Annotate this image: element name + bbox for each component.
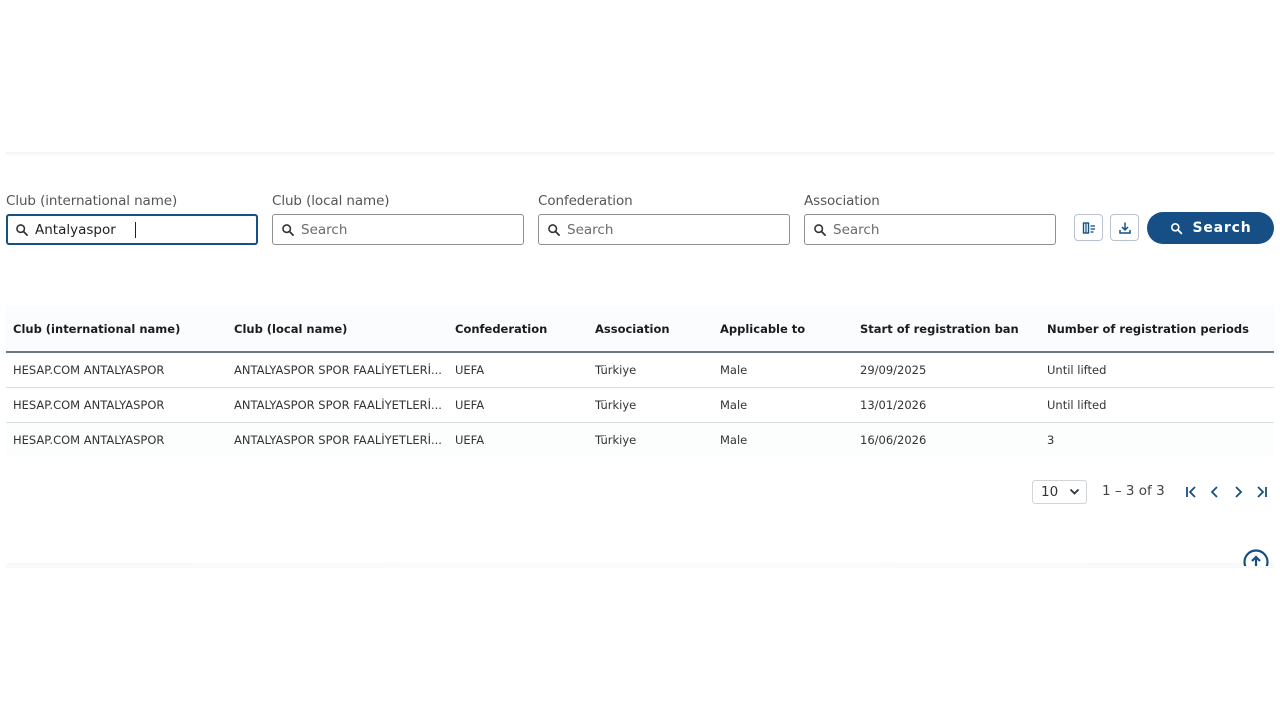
text-caret [135,221,136,238]
filter-label: Club (international name) [6,193,178,209]
chevron-right-icon [1235,486,1243,498]
search-button[interactable]: Search [1147,212,1274,244]
club-local-input[interactable] [301,221,501,238]
table-row[interactable]: HESAP.COM ANTALYASPOR ANTALYASPOR SPOR F… [6,352,1274,387]
table-cell: Male [720,362,748,377]
column-header[interactable]: Confederation [448,306,588,352]
table-row[interactable]: HESAP.COM ANTALYASPOR ANTALYASPOR SPOR F… [6,387,1274,422]
search-icon [282,223,294,236]
search-icon [1170,222,1182,234]
footer-divider [6,563,1274,568]
last-page-icon [1257,486,1267,498]
search-icon [548,223,560,236]
filter-club-international: Club (international name) [6,192,258,245]
table-cell: Until lifted [1047,362,1107,377]
pagination: 10 1 – 3 of 3 [1032,480,1272,504]
filter-label: Club (local name) [272,193,390,209]
chevron-down-icon [1069,488,1080,495]
table-cell: 29/09/2025 [860,362,927,377]
club-local-input-box[interactable] [272,214,524,245]
column-header[interactable]: Association [588,306,713,352]
results-table: Club (international name) Club (local na… [6,306,1274,457]
table-cell: Male [720,397,748,412]
table-cell: UEFA [455,397,485,412]
confederation-input[interactable] [567,221,767,238]
filter-association: Association [804,192,1056,245]
table-row[interactable]: HESAP.COM ANTALYASPOR ANTALYASPOR SPOR F… [6,422,1274,457]
table-cell: HESAP.COM ANTALYASPOR [13,362,165,377]
table-cell: Until lifted [1047,397,1107,412]
download-icon [1118,222,1131,234]
search-button-label: Search [1192,220,1252,236]
download-button[interactable] [1110,214,1139,241]
header-divider [6,152,1274,155]
column-header[interactable]: Club (international name) [6,306,227,352]
arrow-up-circle-icon [1243,549,1269,566]
table-cell: 3 [1047,432,1055,447]
confederation-input-box[interactable] [538,214,790,245]
filter-label: Association [804,193,880,209]
table-cell: ANTALYASPOR SPOR FAALİYETLERİ... [234,432,442,447]
association-input[interactable] [833,221,1033,238]
page-range-label: 1 – 3 of 3 [1102,483,1165,499]
table-cell: HESAP.COM ANTALYASPOR [13,397,165,412]
table-cell: ANTALYASPOR SPOR FAALİYETLERİ... [234,397,442,412]
filter-bar: Club (international name) Club (local na… [6,192,1274,248]
table-cell: Türkiye [595,432,637,447]
table-cell: ANTALYASPOR SPOR FAALİYETLERİ... [234,362,442,377]
table-cell: Male [720,432,748,447]
filter-label: Confederation [538,193,633,209]
first-page-button[interactable] [1182,483,1202,501]
previous-page-button[interactable] [1205,483,1225,501]
club-international-input[interactable] [35,221,136,238]
scroll-to-top-button[interactable] [1242,548,1270,566]
table-cell: Türkiye [595,397,637,412]
table-cell: UEFA [455,362,485,377]
next-page-button[interactable] [1228,483,1248,501]
club-international-input-box[interactable] [6,214,258,245]
page-size-select[interactable]: 10 [1032,480,1087,504]
column-header[interactable]: Start of registration ban [853,306,1040,352]
column-settings-icon [1082,221,1095,234]
column-header[interactable]: Applicable to [713,306,853,352]
column-settings-button[interactable] [1074,214,1103,241]
association-input-box[interactable] [804,214,1056,245]
first-page-icon [1186,486,1196,498]
chevron-left-icon [1210,486,1218,498]
results-table-container: Club (international name) Club (local na… [6,306,1274,457]
page-size-value: 10 [1041,484,1059,500]
table-cell: UEFA [455,432,485,447]
last-page-button[interactable] [1251,483,1271,501]
table-cell: HESAP.COM ANTALYASPOR [13,432,165,447]
filter-club-local: Club (local name) [272,192,524,245]
search-icon [16,223,28,236]
table-cell: 13/01/2026 [860,397,927,412]
search-icon [814,223,826,236]
table-cell: 16/06/2026 [860,432,927,447]
table-header-row: Club (international name) Club (local na… [6,306,1274,352]
column-header[interactable]: Club (local name) [227,306,448,352]
filter-confederation: Confederation [538,192,790,245]
column-header[interactable]: Number of registration periods [1040,306,1274,352]
table-cell: Türkiye [595,362,637,377]
